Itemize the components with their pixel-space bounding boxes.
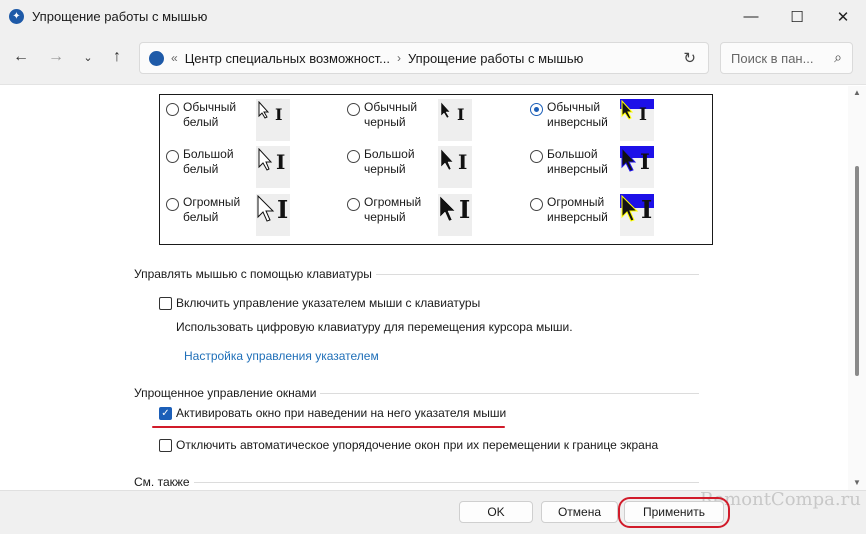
search-box[interactable]: Поиск в пан... ⌕ [720, 42, 853, 74]
up-arrow-icon[interactable]: ↑ [106, 46, 128, 68]
cursor-preview-black: I [438, 146, 472, 188]
scroll-thumb[interactable] [855, 166, 859, 376]
pointer-arrow-icon [258, 148, 273, 171]
radio-button[interactable] [347, 198, 360, 211]
cursor-preview-white: I [256, 194, 290, 236]
scheme-label: Обычный черный [364, 100, 418, 129]
pointer-arrow-icon [439, 195, 456, 222]
window-title: Упрощение работы с мышью [32, 9, 208, 24]
pointer-arrow-icon [257, 195, 275, 222]
mouse-keys-label[interactable]: Включить управление указателем мыши с кл… [176, 296, 480, 310]
navigation-bar: ← → ⌄ ↑ « Центр специальных возможност..… [0, 33, 866, 85]
mouse-keys-checkbox[interactable] [159, 297, 172, 310]
back-arrow-icon[interactable]: ← [10, 46, 32, 68]
keyboard-section-title: Управлять мышью с помощью клавиатуры [134, 267, 376, 281]
scheme-option[interactable]: Большой черный [347, 147, 442, 177]
radio-button[interactable] [347, 103, 360, 116]
text-beam-icon: I [457, 105, 465, 124]
annotation-highlight [618, 497, 730, 528]
scheme-option[interactable]: Огромный черный [347, 195, 442, 225]
radio-button[interactable] [530, 150, 543, 163]
chevron-double-left-icon[interactable]: « [171, 51, 178, 65]
see-also-title: См. также [134, 475, 194, 489]
pointer-arrow-icon [440, 101, 451, 119]
section-divider [134, 482, 699, 483]
cursor-preview-white: I [256, 99, 290, 141]
text-beam-icon: I [458, 150, 468, 174]
close-icon[interactable]: ✕ [820, 0, 866, 33]
annotation-underline [152, 426, 505, 428]
pointer-scheme-group: Обычный белый I Обычный черный I Обычный… [159, 94, 713, 245]
cursor-preview-inverse: I [620, 99, 654, 141]
chevron-down-icon[interactable]: ⌄ [77, 46, 99, 68]
scheme-option[interactable]: Большой инверсный [530, 147, 625, 177]
radio-button[interactable] [347, 150, 360, 163]
vertical-scrollbar[interactable]: ▲ ▼ [848, 86, 866, 490]
scheme-label: Огромный черный [364, 195, 422, 224]
cursor-preview-white: I [256, 146, 290, 188]
chevron-right-icon[interactable]: › [397, 51, 401, 65]
radio-button[interactable] [530, 198, 543, 211]
scheme-option[interactable]: Огромный инверсный [530, 195, 625, 225]
text-beam-icon: I [640, 149, 650, 174]
control-panel-icon [149, 50, 164, 66]
text-beam-icon: I [639, 105, 647, 125]
forward-arrow-icon[interactable]: → [45, 46, 67, 68]
text-beam-icon: I [275, 105, 283, 124]
pointer-arrow-icon [258, 101, 270, 119]
disable-snap-checkbox[interactable] [159, 439, 172, 452]
scheme-option[interactable]: Большой белый [166, 147, 261, 177]
scheme-option[interactable]: Обычный инверсный [530, 100, 625, 130]
mouse-keys-settings-link[interactable]: Настройка управления указателем [184, 349, 379, 363]
cursor-preview-inverse: I [620, 194, 654, 236]
activate-on-hover-label[interactable]: Активировать окно при наведении на него … [176, 406, 506, 420]
pointer-arrow-icon [621, 100, 634, 120]
radio-button[interactable] [166, 198, 179, 211]
minimize-icon[interactable]: — [728, 0, 774, 33]
refresh-icon[interactable]: ↻ [683, 49, 696, 67]
ok-button[interactable]: OK [459, 501, 533, 523]
text-beam-icon: I [641, 195, 653, 224]
scroll-up-icon[interactable]: ▲ [853, 88, 861, 97]
text-beam-icon: I [459, 195, 471, 224]
maximize-icon[interactable]: ☐ [774, 0, 820, 33]
scheme-label: Огромный инверсный [547, 195, 608, 224]
scheme-label: Обычный белый [183, 100, 237, 129]
activate-on-hover-checkbox[interactable]: ✓ [159, 407, 172, 420]
scheme-option[interactable]: Огромный белый [166, 195, 261, 225]
text-beam-icon: I [277, 195, 289, 224]
breadcrumb-current[interactable]: Упрощение работы с мышью [408, 51, 583, 66]
scheme-label: Большой инверсный [547, 147, 608, 176]
scheme-option[interactable]: Обычный белый [166, 100, 261, 130]
scheme-label: Обычный инверсный [547, 100, 608, 129]
title-bar: ✦ Упрощение работы с мышью — ☐ ✕ [0, 0, 866, 33]
control-panel-icon: ✦ [9, 9, 24, 24]
scheme-label: Большой белый [183, 147, 234, 176]
main-content: Обычный белый I Обычный черный I Обычный… [0, 86, 848, 490]
scroll-down-icon[interactable]: ▼ [853, 478, 861, 487]
pointer-arrow-icon [621, 147, 637, 172]
cursor-preview-black: I [438, 194, 472, 236]
breadcrumb-parent[interactable]: Центр специальных возможност... [185, 51, 390, 66]
text-beam-icon: I [276, 150, 286, 174]
radio-button[interactable] [166, 150, 179, 163]
scheme-label: Огромный белый [183, 195, 241, 224]
dialog-footer: RemontCompa.ru OK Отмена Применить [0, 489, 866, 534]
address-bar[interactable]: « Центр специальных возможност... › Упро… [139, 42, 709, 74]
radio-button[interactable] [166, 103, 179, 116]
cursor-preview-black: I [438, 99, 472, 141]
scheme-option[interactable]: Обычный черный [347, 100, 442, 130]
disable-snap-label[interactable]: Отключить автоматическое упорядочение ок… [176, 438, 658, 452]
search-icon[interactable]: ⌕ [834, 49, 842, 66]
pointer-arrow-icon [621, 195, 639, 222]
radio-button-checked[interactable] [530, 103, 543, 116]
cancel-button[interactable]: Отмена [541, 501, 618, 523]
windows-section-title: Упрощенное управление окнами [134, 386, 321, 400]
search-placeholder[interactable]: Поиск в пан... [731, 51, 813, 66]
cursor-preview-inverse: I [620, 146, 654, 188]
mouse-keys-description: Использовать цифровую клавиатуру для пер… [176, 320, 573, 334]
pointer-arrow-icon [440, 148, 454, 171]
scheme-label: Большой черный [364, 147, 415, 176]
